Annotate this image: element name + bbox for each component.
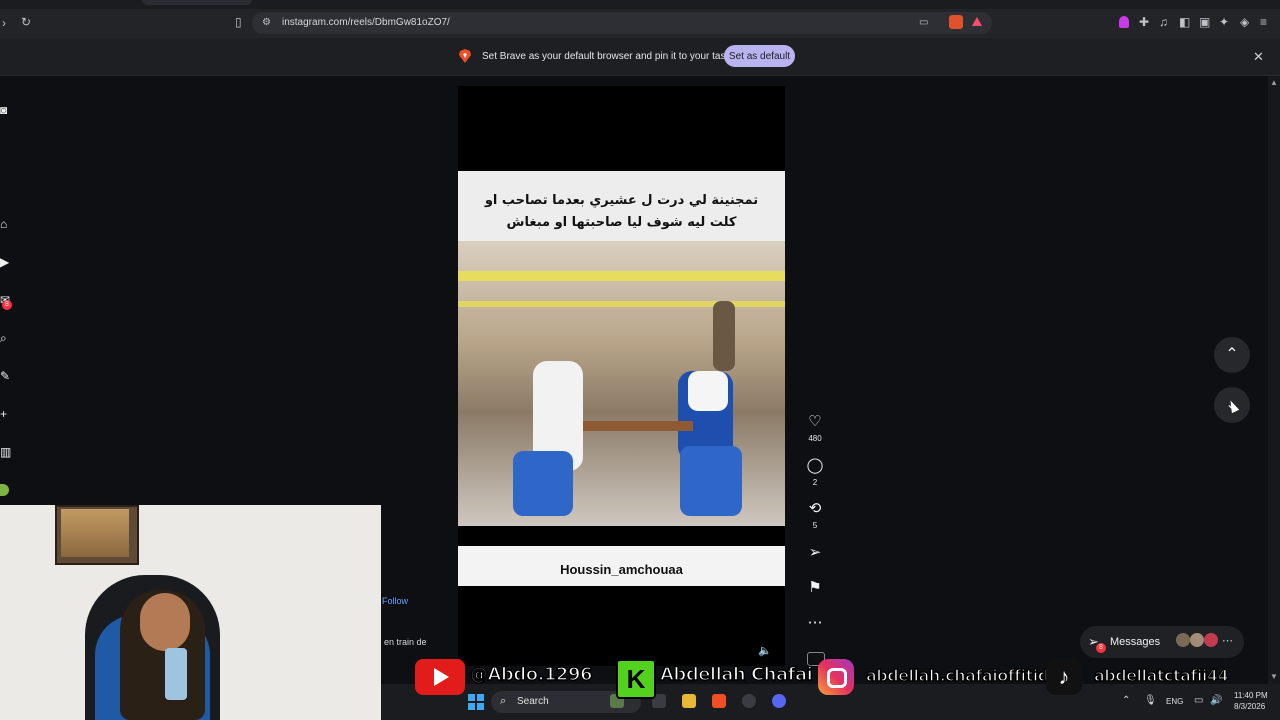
instagram-camera-icon: [827, 668, 847, 688]
caption-line-1: تمجنينة لي درت ل عشيري بعدما تصاحب او: [484, 193, 759, 208]
webcam-feed: [0, 505, 381, 720]
volume-icon[interactable]: 🔊: [1210, 695, 1222, 706]
music-icon[interactable]: ♫: [1159, 16, 1168, 28]
youtube-play-icon: [434, 668, 449, 686]
close-icon[interactable]: ✕: [1253, 49, 1264, 65]
microphone-icon[interactable]: 🎙: [1144, 695, 1157, 706]
messages-label: Messages: [1110, 636, 1161, 648]
messages-button[interactable]: [1080, 626, 1244, 658]
wallet-icon[interactable]: ▣: [1199, 16, 1210, 28]
video-caption: تمجنينة لي درت ل عشيري بعدما تصاحب او كل…: [458, 190, 785, 234]
mute-icon[interactable]: 🔈: [758, 644, 772, 657]
video-watermark: Houssin_amchouaa: [560, 562, 683, 577]
share-icon[interactable]: ➢: [806, 545, 824, 560]
windows-start-icon[interactable]: [468, 694, 484, 710]
url-text[interactable]: instagram.com/reels/DbmGw81oZO7/: [282, 17, 450, 28]
discord-icon[interactable]: [772, 694, 786, 708]
drink-can: [165, 648, 187, 700]
avatar: [1204, 633, 1218, 647]
follow-link[interactable]: Follow: [382, 596, 408, 606]
infobar-message: Set Brave as your default browser and pi…: [482, 51, 745, 62]
repost-count: 5: [812, 521, 818, 530]
like-icon[interactable]: ♡: [806, 414, 824, 429]
extensions-icon[interactable]: ✚: [1139, 16, 1149, 28]
previous-reel-button[interactable]: ⌃: [1214, 337, 1250, 373]
sidebar-icon[interactable]: ◧: [1179, 16, 1190, 28]
site-settings-icon[interactable]: ⚙: [262, 17, 271, 29]
reel-video[interactable]: تمجنينة لي درت ل عشيري بعدما تصاحب او كل…: [458, 86, 785, 666]
kick-logo: K: [616, 659, 656, 699]
instagram-icon[interactable]: ◙: [0, 104, 10, 116]
dashboard-icon[interactable]: ▥: [0, 446, 11, 458]
file-explorer-icon[interactable]: [682, 694, 696, 708]
shield-icon[interactable]: ◈: [1240, 16, 1249, 28]
more-options-icon[interactable]: ⋯: [806, 615, 824, 630]
obs-icon[interactable]: [742, 694, 756, 708]
bookmark-icon[interactable]: ▯: [235, 16, 242, 28]
language-indicator[interactable]: ENG: [1166, 697, 1183, 706]
leo-ai-icon[interactable]: ✦: [1219, 16, 1229, 28]
streamer-face: [140, 593, 190, 651]
search-icon[interactable]: ⌕: [0, 332, 10, 344]
kick-name: Abdellah Chafai: [659, 663, 813, 686]
brave-logo-icon: [459, 49, 471, 63]
network-icon[interactable]: ▭: [1194, 695, 1203, 706]
status-text: en train de: [384, 637, 427, 647]
tray-chevron-icon[interactable]: ⌃: [1122, 695, 1130, 706]
lion-picture: [61, 509, 129, 557]
explore-icon[interactable]: ✎: [0, 370, 10, 382]
youtube-handle: @Abdo.1296: [469, 663, 593, 686]
instagram-handle: abdellah.chafaioffitid: [865, 665, 1050, 686]
cast-icon[interactable]: ▭: [919, 17, 928, 29]
reels-icon[interactable]: ▶: [0, 256, 10, 268]
more-icon[interactable]: ⋯: [1222, 634, 1233, 647]
brave-taskbar-icon[interactable]: [712, 694, 726, 708]
chevron-up-icon: ⌃: [1225, 346, 1239, 363]
tiktok-handle: abdellatctafii44: [1093, 665, 1229, 686]
notification-badge: 8: [2, 300, 12, 310]
avatar: [1190, 633, 1204, 647]
like-count: 480: [808, 434, 822, 443]
scroll-down-arrow-icon[interactable]: ▼: [1270, 672, 1278, 681]
set-as-default-button[interactable]: Set as default: [724, 45, 795, 67]
create-icon[interactable]: +: [0, 408, 10, 420]
tiktok-logo: ♪: [1046, 659, 1082, 695]
home-icon[interactable]: ⌂: [0, 218, 10, 230]
active-tab[interactable]: [142, 0, 252, 5]
clock-time[interactable]: 11:40 PM: [1234, 691, 1268, 700]
forward-icon[interactable]: ›: [2, 17, 6, 29]
avatar: [1176, 633, 1190, 647]
taskbar-search-label: Search: [517, 696, 549, 707]
caption-line-2: كلت ليه شوف ليا صاحبتها او مبغاش: [506, 215, 737, 230]
search-icon: ⌕: [500, 695, 507, 707]
scroll-up-arrow-icon[interactable]: ▲: [1270, 78, 1278, 87]
messages-badge: 8: [1096, 643, 1106, 653]
menu-icon[interactable]: ≡: [1260, 16, 1267, 28]
clock-date[interactable]: 8/3/2026: [1234, 702, 1265, 711]
comment-count: 2: [812, 478, 818, 487]
brave-rewards-icon[interactable]: [972, 17, 982, 26]
comment-icon[interactable]: ◯: [806, 458, 824, 473]
brave-shields-icon[interactable]: [949, 15, 963, 29]
video-scene: [458, 241, 785, 526]
repost-icon[interactable]: ⟲: [806, 501, 824, 516]
page-scrollbar[interactable]: [1268, 76, 1280, 684]
save-icon[interactable]: ⚑: [806, 580, 824, 595]
reload-icon[interactable]: ↻: [21, 16, 31, 28]
vpn-icon[interactable]: [1119, 16, 1129, 28]
